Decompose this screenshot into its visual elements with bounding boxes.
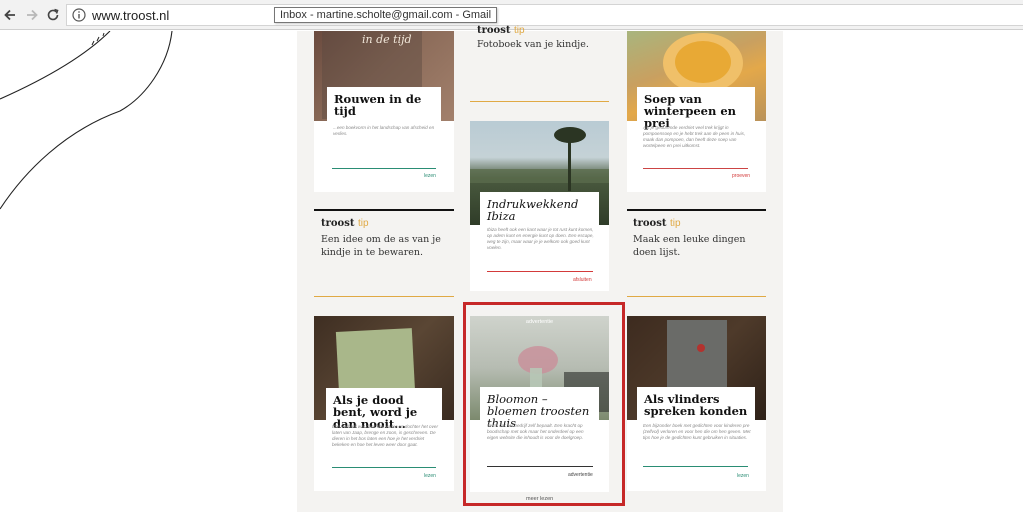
decorative-line-drawing <box>0 31 173 210</box>
reload-icon[interactable] <box>43 5 63 25</box>
tip-rule <box>627 209 766 211</box>
card-excerpt: Ibiza heeft ook een kant waar je tot rus… <box>487 227 594 250</box>
card-excerpt: Als je gedurende verdriet veel trek krij… <box>643 125 746 148</box>
card-divider <box>487 271 593 272</box>
address-bar[interactable]: www.troost.nl <box>66 4 1023 26</box>
forward-arrow-icon[interactable] <box>22 5 42 25</box>
tip-text: Een idee om de as van je kindje in te be… <box>321 234 441 258</box>
card-link[interactable]: lezen <box>424 173 436 179</box>
tab-tooltip: Inbox - martine.scholte@gmail.com - Gmai… <box>274 7 498 23</box>
card-title-panel: Indrukwekkend Ibiza <box>480 192 599 226</box>
card-excerpt: Een bijzonder boek met gedichten voor ki… <box>643 423 751 440</box>
tip-text: Maak een leuke dingen doen lijst. <box>633 234 746 258</box>
card-divider <box>332 467 436 468</box>
tip-text: Fotoboek van je kindje. <box>477 39 589 50</box>
back-arrow-icon[interactable] <box>0 5 20 25</box>
cover-text: in de tijd <box>362 33 412 46</box>
card-title-panel: Rouwen in de tijd <box>327 87 441 121</box>
url-text[interactable]: www.troost.nl <box>92 8 169 23</box>
tip-heading: troost tip <box>477 25 525 36</box>
tip-divider <box>627 296 766 297</box>
card-link[interactable]: proeven <box>732 173 750 179</box>
card-soep[interactable]: Soep van winterpeen en prei Als je gedur… <box>627 31 766 192</box>
card-title-panel: Als vlinders spreken konden <box>637 387 755 421</box>
card-link[interactable]: afsluiten <box>573 277 592 283</box>
card-rouwen[interactable]: in de tijd Rouwen in de tijd ...een boek… <box>314 31 454 192</box>
card-title-panel: Als je dood bent, word je dan nooit… <box>326 388 442 430</box>
card-title-panel: Soep van winterpeen en prei <box>637 87 755 129</box>
highlight-box <box>463 302 625 506</box>
card-link[interactable]: lezen <box>737 473 749 479</box>
card-title: Als vlinders spreken konden <box>644 392 748 418</box>
card-title: Rouwen in de tijd <box>334 92 422 118</box>
card-excerpt: Een verhaal wat door een vader en dochte… <box>332 424 438 447</box>
card-title: Soep van winterpeen en prei <box>644 92 737 130</box>
tip-divider <box>314 296 454 297</box>
info-icon[interactable] <box>72 8 86 22</box>
card-ibiza[interactable]: Indrukwekkend Ibiza Ibiza heeft ook een … <box>470 121 609 291</box>
card-excerpt: ...een boekvorm in het landschap van afs… <box>333 125 435 136</box>
card-vlinders[interactable]: Als vlinders spreken konden Een bijzonde… <box>627 316 766 491</box>
more-link[interactable]: meer lezen <box>526 496 553 502</box>
card-title: Indrukwekkend Ibiza <box>487 197 579 223</box>
tip-heading: troost tip <box>633 218 681 229</box>
tip-divider <box>470 101 609 102</box>
card-divider <box>643 168 748 169</box>
card-link[interactable]: lezen <box>424 473 436 479</box>
card-dood[interactable]: Als je dood bent, word je dan nooit… Een… <box>314 316 454 491</box>
card-divider <box>643 466 748 467</box>
card-divider <box>332 168 436 169</box>
tip-rule <box>314 209 454 211</box>
tip-heading: troost tip <box>321 218 369 229</box>
